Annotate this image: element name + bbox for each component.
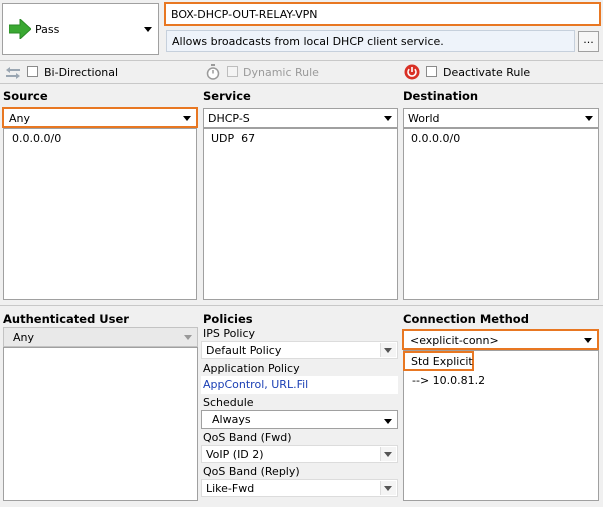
qos-fwd-label: QoS Band (Fwd) xyxy=(203,431,292,444)
rule-name-text: BOX-DHCP-OUT-RELAY-VPN xyxy=(171,8,318,21)
auth-user-select[interactable]: Any xyxy=(3,327,198,347)
more-button-label: ... xyxy=(583,33,594,46)
application-policy-field[interactable]: AppControl, URL.Fil xyxy=(201,376,398,394)
ips-policy-label: IPS Policy xyxy=(203,327,255,340)
power-icon xyxy=(404,64,420,83)
chevron-down-icon xyxy=(585,116,593,121)
service-selected-text: DHCP-S xyxy=(208,112,250,125)
service-select[interactable]: DHCP-S xyxy=(203,108,398,128)
rule-description-field[interactable]: Allows broadcasts from local DHCP client… xyxy=(166,30,575,52)
ips-policy-select[interactable]: Default Policy xyxy=(201,341,398,359)
schedule-label: Schedule xyxy=(203,396,254,409)
auth-user-selected-text: Any xyxy=(13,331,35,344)
service-list[interactable]: UDP 67 xyxy=(203,128,398,300)
chevron-down-icon xyxy=(184,335,192,340)
source-title: Source xyxy=(3,89,48,103)
qos-reply-value: Like-Fwd xyxy=(206,482,255,495)
connection-method-selected-text: <explicit-conn> xyxy=(410,334,499,347)
source-list[interactable]: 0.0.0.0/0 xyxy=(3,128,197,300)
qos-fwd-select[interactable]: VoIP (ID 2) xyxy=(201,445,398,463)
bidirectional-arrows-icon xyxy=(5,66,21,83)
qos-reply-label: QoS Band (Reply) xyxy=(203,465,300,478)
description-more-button[interactable]: ... xyxy=(578,31,599,52)
policies-title: Policies xyxy=(203,312,253,326)
list-item[interactable]: UDP 67 xyxy=(211,132,255,145)
chevron-down-icon xyxy=(380,343,396,357)
stopwatch-icon xyxy=(205,64,221,83)
deactivate-rule-checkbox[interactable] xyxy=(426,66,437,77)
bidirectional-checkbox[interactable] xyxy=(27,66,38,77)
schedule-select[interactable]: Always xyxy=(201,410,398,429)
service-title: Service xyxy=(203,89,251,103)
chevron-down-icon xyxy=(584,337,592,343)
chevron-down-icon[interactable] xyxy=(144,27,152,32)
connection-item-title-text: Std Explicit xyxy=(411,355,473,368)
ips-policy-value: Default Policy xyxy=(206,344,282,357)
auth-user-title: Authenticated User xyxy=(3,312,129,326)
chevron-down-icon xyxy=(384,116,392,121)
dynamic-rule-checkbox[interactable] xyxy=(227,66,238,77)
chevron-down-icon xyxy=(384,418,392,424)
list-item[interactable]: 0.0.0.0/0 xyxy=(411,132,460,145)
destination-selected-text: World xyxy=(408,112,440,125)
connection-method-select[interactable]: <explicit-conn> xyxy=(402,329,599,350)
application-policy-label: Application Policy xyxy=(203,362,300,375)
list-item[interactable]: 0.0.0.0/0 xyxy=(12,132,61,145)
rule-name-field[interactable]: BOX-DHCP-OUT-RELAY-VPN xyxy=(164,2,601,26)
chevron-down-icon xyxy=(183,115,191,121)
source-selected-text: Any xyxy=(9,112,31,125)
connection-item-title[interactable]: Std Explicit xyxy=(403,351,474,371)
source-select[interactable]: Any xyxy=(2,107,198,128)
connection-method-list[interactable]: Std Explicit --> 10.0.81.2 xyxy=(403,350,599,501)
deactivate-rule-label: Deactivate Rule xyxy=(443,66,531,79)
rule-description-text: Allows broadcasts from local DHCP client… xyxy=(172,35,444,48)
destination-title: Destination xyxy=(403,89,479,103)
connection-item-detail: --> 10.0.81.2 xyxy=(412,374,486,387)
green-right-arrow-icon xyxy=(8,17,32,42)
chevron-down-icon xyxy=(380,447,396,461)
destination-list[interactable]: 0.0.0.0/0 xyxy=(403,128,599,300)
action-label: Pass xyxy=(35,23,60,36)
chevron-down-icon xyxy=(380,481,396,495)
destination-select[interactable]: World xyxy=(403,108,599,128)
qos-reply-select[interactable]: Like-Fwd xyxy=(201,479,398,497)
action-selector[interactable]: Pass xyxy=(2,3,159,55)
bidirectional-label: Bi-Directional xyxy=(44,66,119,79)
connection-method-title: Connection Method xyxy=(403,312,529,326)
application-policy-value[interactable]: AppControl, URL.Fil xyxy=(203,378,308,391)
dynamic-rule-label: Dynamic Rule xyxy=(243,66,319,79)
qos-fwd-value: VoIP (ID 2) xyxy=(206,448,264,461)
auth-user-list[interactable] xyxy=(3,347,198,501)
schedule-value: Always xyxy=(212,413,251,426)
